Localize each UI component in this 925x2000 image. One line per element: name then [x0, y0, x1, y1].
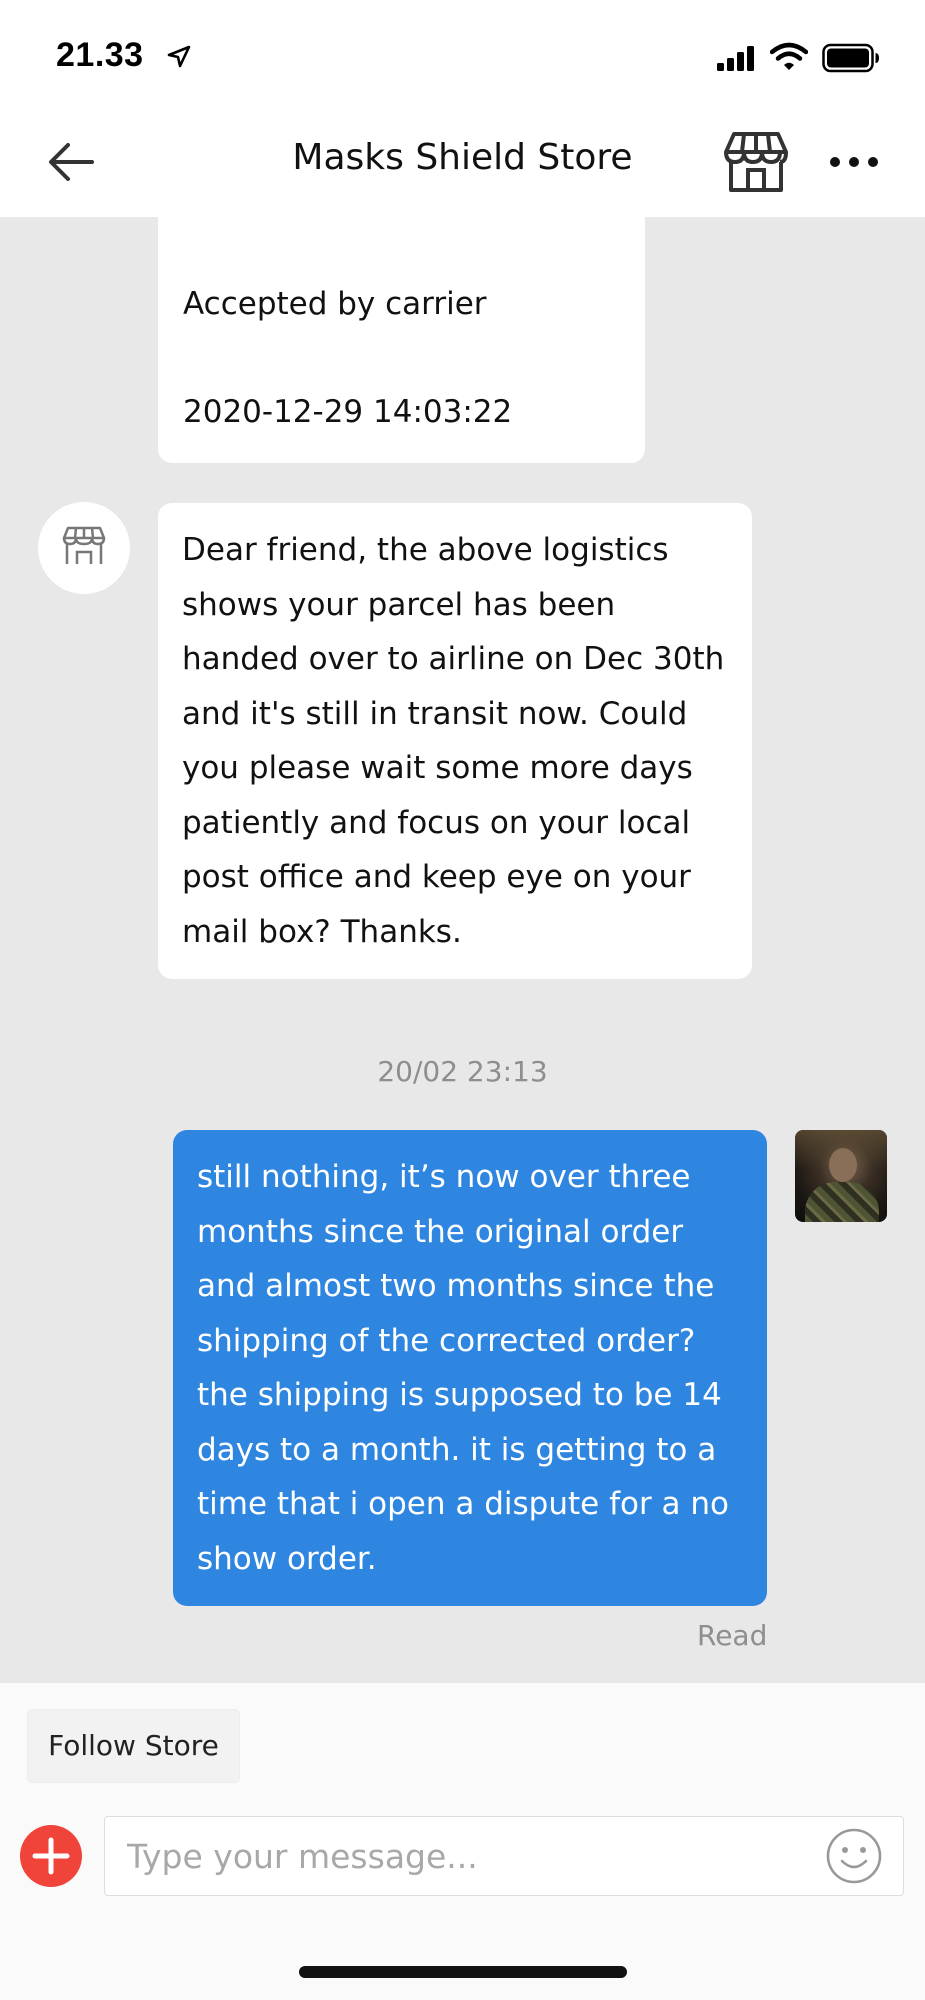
message-input[interactable]	[127, 1817, 807, 1895]
message-text: Dear friend, the above logistics shows y…	[182, 532, 725, 950]
add-icon[interactable]	[20, 1825, 82, 1887]
wifi-icon	[770, 42, 808, 70]
message-input-box[interactable]	[104, 1816, 904, 1896]
incoming-message-bubble: Accepted by carrier 2020-12-29 14:03:22	[158, 217, 645, 463]
status-bar: 21.33	[0, 0, 925, 110]
outgoing-message-bubble: still nothing, it’s now over three month…	[173, 1130, 767, 1606]
chat-header: Masks Shield Store	[0, 110, 925, 217]
message-text: Accepted by carrier	[183, 286, 487, 322]
read-status: Read	[697, 1619, 768, 1652]
incoming-message-bubble: Dear friend, the above logistics shows y…	[158, 503, 752, 979]
store-icon	[62, 526, 106, 564]
message-composer: Follow Store	[0, 1683, 925, 2000]
chat-messages[interactable]: Accepted by carrier 2020-12-29 14:03:22 …	[0, 217, 925, 1683]
store-avatar[interactable]	[38, 502, 130, 594]
message-text: 2020-12-29 14:03:22	[183, 394, 513, 430]
battery-icon	[822, 43, 879, 73]
more-icon[interactable]	[826, 140, 882, 184]
message-text: still nothing, it’s now over three month…	[197, 1159, 730, 1577]
user-avatar[interactable]	[795, 1130, 887, 1222]
store-icon[interactable]	[722, 130, 790, 194]
follow-store-button[interactable]: Follow Store	[27, 1709, 240, 1783]
emoji-icon[interactable]	[825, 1827, 883, 1885]
location-arrow-icon	[167, 45, 191, 68]
home-indicator	[299, 1966, 627, 1978]
cellular-signal-icon	[717, 46, 754, 71]
message-timestamp: 20/02 23:13	[377, 1055, 548, 1088]
status-time: 21.33	[56, 36, 144, 74]
